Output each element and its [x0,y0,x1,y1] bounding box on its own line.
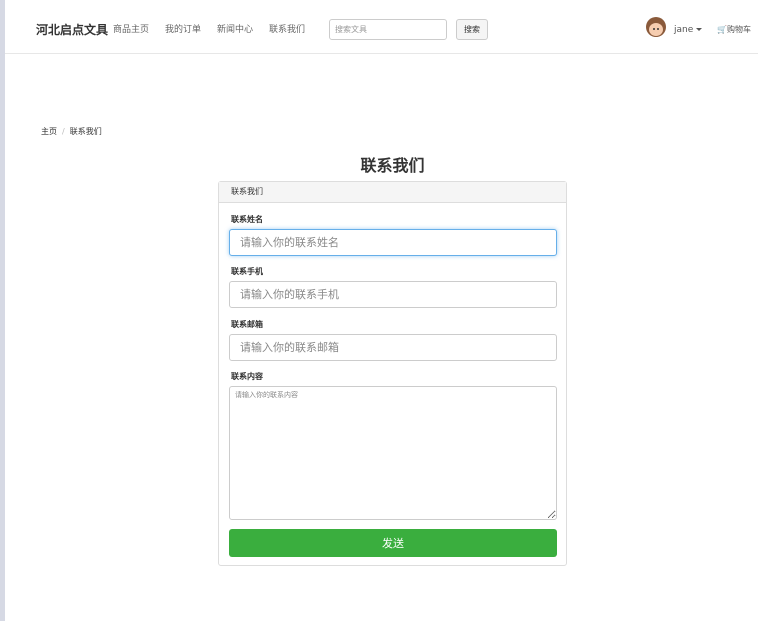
name-field[interactable] [229,229,557,256]
nav-link-news[interactable]: 新闻中心 [217,23,253,37]
window-edge [0,0,5,621]
user-menu-toggle[interactable]: jane [674,23,703,37]
nav-link-contact[interactable]: 联系我们 [269,23,305,37]
message-textarea[interactable] [229,386,557,520]
breadcrumb-home[interactable]: 主页 [41,127,57,136]
send-button[interactable]: 发送 [229,529,557,557]
breadcrumb: 主页 / 联系我们 [41,126,102,138]
avatar-face [649,23,663,36]
cart-link[interactable]: 🛒购物车 [717,23,751,37]
avatar-eye-left [653,28,655,30]
page: 河北启点文具 商品主页 我的订单 新闻中心 联系我们 搜索 jane 🛒购物车 … [0,0,758,621]
email-field[interactable] [229,334,557,361]
username-label: jane [674,25,694,35]
caret-down-icon [696,28,703,31]
nav-link-orders[interactable]: 我的订单 [165,23,201,37]
message-field-label: 联系内容 [231,372,263,381]
avatar[interactable] [646,17,666,37]
cart-label: 购物车 [726,25,751,34]
email-field-label: 联系邮箱 [231,320,263,329]
panel-heading: 联系我们 [219,182,566,203]
search-input[interactable] [329,19,447,40]
avatar-eye-right [657,28,659,30]
top-navbar: 河北启点文具 商品主页 我的订单 新闻中心 联系我们 搜索 jane 🛒购物车 [5,0,758,54]
search-button[interactable]: 搜索 [456,19,488,40]
cart-icon: 🛒 [717,25,727,34]
contact-form-panel: 联系我们 联系姓名 联系手机 联系邮箱 联系内容 发送 [218,181,567,566]
nav-link-home[interactable]: 商品主页 [113,23,149,37]
breadcrumb-current: 联系我们 [69,127,102,136]
page-title: 联系我们 [360,156,425,175]
name-field-label: 联系姓名 [231,215,263,224]
phone-field-label: 联系手机 [231,267,263,276]
brand-logo[interactable]: 河北启点文具 [36,21,108,39]
phone-field[interactable] [229,281,557,308]
breadcrumb-separator: / [62,127,65,136]
